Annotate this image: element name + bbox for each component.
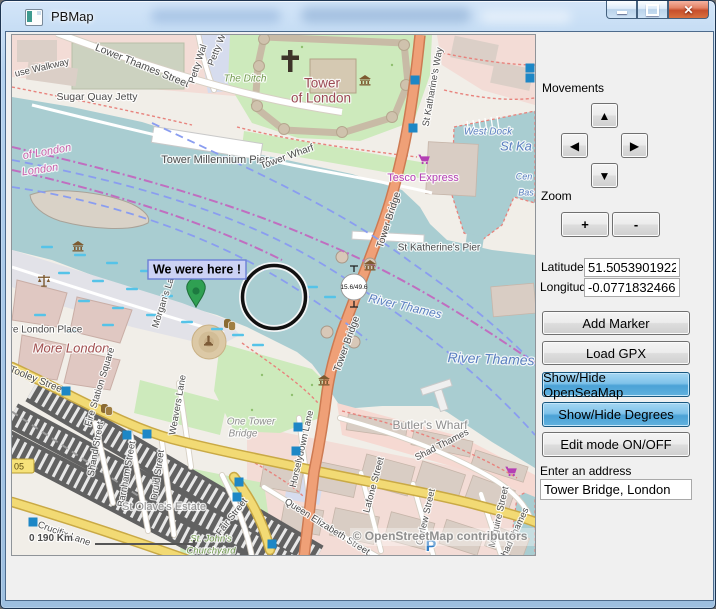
seamark-dash	[92, 280, 104, 282]
move-down-button[interactable]: ▼	[591, 163, 618, 188]
map-label: St Olave's Estate	[122, 501, 206, 513]
seamark-dash	[41, 246, 53, 248]
edit-point-handle[interactable]	[233, 493, 242, 502]
edit-point-handle[interactable]	[294, 423, 303, 432]
minimize-button[interactable]	[606, 1, 637, 19]
map-label: Butler's Wharf	[393, 418, 469, 432]
map-label: Tower	[304, 76, 341, 91]
map-attribution: © OpenStreetMap contributors	[350, 528, 535, 546]
window-title: PBMap	[51, 9, 94, 24]
titlebar[interactable]: PBMap ✕	[1, 1, 716, 31]
map-label: St Ka	[500, 138, 532, 153]
load-gpx-button[interactable]: Load GPX	[542, 341, 690, 365]
address-input[interactable]	[540, 479, 692, 500]
edit-point-handle[interactable]	[411, 76, 420, 85]
maximize-icon	[646, 4, 659, 16]
move-up-button[interactable]: ▲	[591, 103, 618, 128]
map-label: of London	[291, 91, 351, 106]
add-marker-button[interactable]: Add Marker	[542, 311, 690, 335]
move-right-button[interactable]: ▶	[621, 133, 648, 158]
seamark-dash	[34, 314, 46, 316]
road-ref-badge: 05	[12, 459, 34, 473]
seamark-dash	[252, 344, 264, 346]
seamark-dash	[112, 307, 124, 309]
edit-point-handle[interactable]	[292, 447, 301, 456]
move-left-button[interactable]: ◀	[561, 133, 588, 158]
map-label: Tower Millennium Pier	[161, 154, 269, 166]
longitude-input[interactable]	[584, 278, 680, 297]
address-label: Enter an address	[540, 464, 631, 478]
zoom-label: Zoom	[541, 189, 572, 203]
maximize-button[interactable]	[637, 1, 668, 19]
zoom-in-button[interactable]: +	[561, 212, 609, 237]
seamark-dash	[306, 286, 318, 288]
svg-text:We were here !: We were here !	[153, 262, 241, 276]
edit-point-handle[interactable]	[29, 518, 38, 527]
seamark-dash	[126, 288, 138, 290]
zoom-out-button[interactable]: -	[612, 212, 660, 237]
edit-point-handle[interactable]	[526, 64, 535, 73]
seamark-dash	[232, 334, 244, 336]
app-icon	[25, 9, 43, 26]
map-label: St. John's	[190, 534, 232, 545]
edit-point-handle[interactable]	[123, 431, 132, 440]
seamark-dash	[102, 324, 114, 326]
map-label: River Thames	[447, 349, 535, 368]
close-button[interactable]: ✕	[668, 1, 709, 19]
edit-point-handle[interactable]	[526, 74, 535, 83]
map-label: One Tower	[227, 417, 276, 428]
map-viewport[interactable]: P 05 use WalkwayLower Thames StreetPetty…	[12, 35, 535, 555]
map-label: Sugar Quay Jetty	[56, 91, 138, 103]
map-label: Tesco Express	[387, 172, 459, 184]
minimize-icon	[617, 11, 627, 14]
edit-point-handle[interactable]	[268, 540, 277, 549]
svg-text:0 190 Km: 0 190 Km	[29, 533, 73, 544]
map-canvas[interactable]: P 05 use WalkwayLower Thames StreetPetty…	[12, 35, 535, 555]
toggle-openseamap-button[interactable]: Show/Hide OpenSeaMap	[542, 372, 690, 397]
client-area: P 05 use WalkwayLower Thames StreetPetty…	[5, 31, 714, 601]
map-label: More London Place	[12, 325, 83, 336]
edit-point-handle[interactable]	[409, 124, 418, 133]
map-label: West Dock	[464, 127, 513, 138]
map-label: St Katherine's Pier	[398, 243, 481, 254]
edit-mode-button[interactable]: Edit mode ON/OFF	[542, 432, 690, 457]
edit-point-handle[interactable]	[143, 430, 152, 439]
close-icon: ✕	[683, 3, 693, 17]
map-label: More London	[33, 340, 110, 355]
seamark-dash	[324, 296, 336, 298]
seamark-dash	[181, 321, 193, 323]
marker-label[interactable]: We were here !	[148, 260, 246, 279]
down-arrow-icon: ▼	[599, 169, 611, 183]
map-label: The Ditch	[224, 74, 267, 85]
svg-text:05: 05	[14, 461, 24, 471]
left-arrow-icon: ◀	[570, 139, 579, 153]
map-label: Bridge	[229, 429, 258, 440]
edit-point-handle[interactable]	[62, 387, 71, 396]
edit-point-handle[interactable]	[235, 478, 244, 487]
seamark-dash	[211, 328, 223, 330]
window: PBMap ✕	[0, 0, 716, 609]
svg-text:© OpenStreetMap contributors: © OpenStreetMap contributors	[353, 529, 528, 543]
svg-text:15.6/49.6: 15.6/49.6	[340, 284, 367, 291]
map-label: Bas	[518, 187, 534, 197]
seamark-dash	[58, 272, 70, 274]
up-arrow-icon: ▲	[599, 109, 611, 123]
seamark-dash	[106, 262, 118, 264]
seamark-dash	[74, 254, 86, 256]
map-label: Cen	[516, 171, 533, 181]
seamark-dash	[78, 300, 90, 302]
right-arrow-icon: ▶	[630, 139, 639, 153]
latitude-label: Latitude	[541, 260, 584, 274]
latitude-input[interactable]	[584, 258, 680, 277]
movements-label: Movements	[542, 81, 604, 95]
toggle-degrees-button[interactable]: Show/Hide Degrees	[542, 402, 690, 427]
